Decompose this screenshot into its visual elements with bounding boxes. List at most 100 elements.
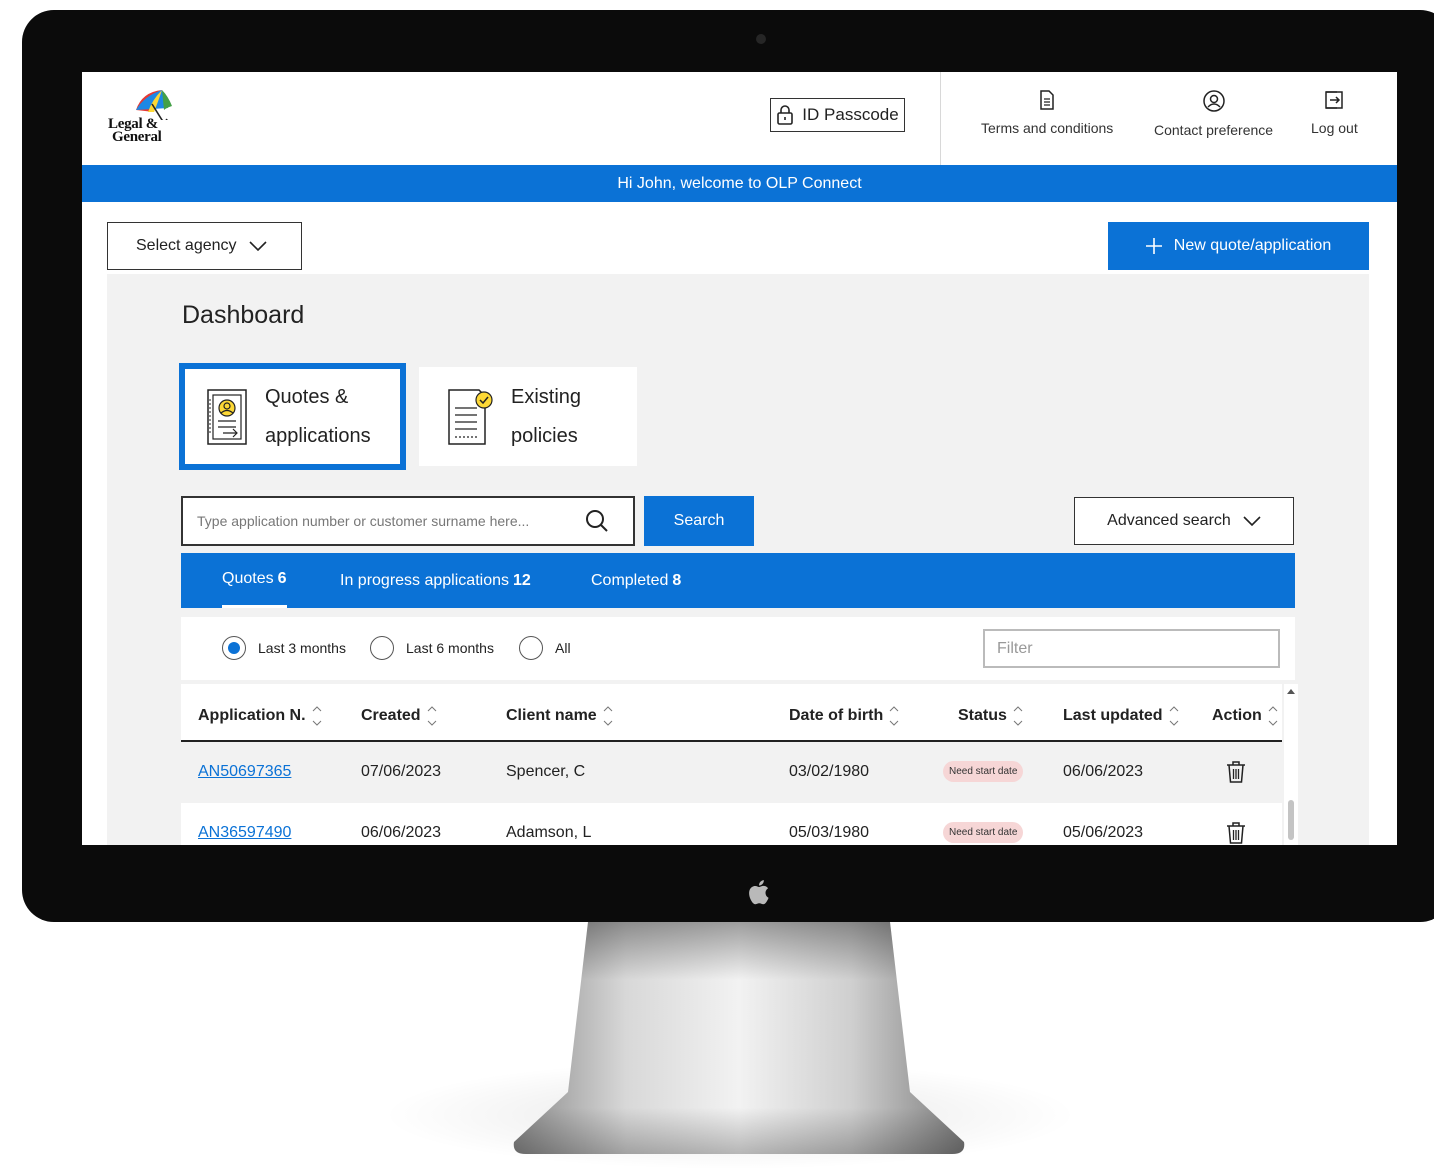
log-out-link[interactable]: Log out — [1311, 90, 1358, 136]
created-date: 06/06/2023 — [361, 824, 442, 841]
column-label: Application N. — [198, 707, 306, 724]
sort-icon[interactable] — [427, 704, 437, 728]
column-header-date-of-birth[interactable]: Date of birth — [789, 704, 899, 728]
header-divider — [940, 72, 941, 165]
radio-label: Last 3 months — [258, 640, 346, 656]
quotes-card-label: Quotes & applications — [265, 378, 371, 456]
tab-in-progress-label: In progress applications — [340, 571, 509, 589]
radio-indicator[interactable] — [370, 636, 394, 660]
quotes-card-line2: applications — [265, 424, 371, 447]
scroll-up-arrow-icon[interactable] — [1287, 689, 1295, 694]
column-header-created[interactable]: Created — [361, 704, 437, 728]
brand-logo[interactable]: Legal & General — [106, 90, 178, 146]
tab-in-progress[interactable]: In progress applications 12 — [340, 553, 531, 608]
radio-label: All — [555, 640, 571, 656]
tab-quotes[interactable]: Quotes 6 — [222, 553, 287, 608]
document-icon — [1040, 90, 1054, 110]
advanced-search-label: Advanced search — [1107, 512, 1231, 529]
app-screen: Legal & General ID Passcode Terms and co… — [82, 72, 1397, 845]
sort-icon[interactable] — [603, 704, 613, 728]
column-label: Date of birth — [789, 707, 884, 724]
trash-icon[interactable] — [1226, 760, 1246, 784]
chevron-down-icon — [248, 241, 267, 251]
column-label: Last updated — [1063, 707, 1163, 724]
top-header: Legal & General ID Passcode Terms and co… — [82, 72, 1397, 165]
user-circle-icon — [1202, 90, 1225, 112]
radio-last-3-months[interactable]: Last 3 months — [222, 636, 346, 660]
chevron-down-icon — [1243, 516, 1261, 526]
terms-label: Terms and conditions — [981, 120, 1114, 136]
client-name: Spencer, C — [506, 763, 586, 780]
search-input[interactable] — [195, 512, 579, 530]
select-agency-label: Select agency — [136, 237, 237, 254]
logout-icon — [1325, 91, 1344, 109]
status-badge: Need start date — [943, 761, 1024, 782]
search-button[interactable]: Search — [644, 496, 754, 546]
logo-line-2: General — [112, 129, 162, 145]
tab-completed-label: Completed — [591, 571, 669, 589]
sort-icon[interactable] — [1169, 704, 1179, 728]
welcome-banner: Hi John, welcome to OLP Connect — [82, 165, 1397, 202]
id-passcode-label: ID Passcode — [802, 105, 899, 124]
column-label: Action — [1212, 707, 1262, 724]
apple-logo-icon — [749, 880, 769, 905]
date-of-birth: 03/02/1980 — [789, 763, 870, 780]
last-updated-date: 05/06/2023 — [1063, 824, 1144, 841]
column-label: Created — [361, 707, 421, 724]
filter-row: Last 3 months Last 6 months All — [181, 617, 1295, 680]
application-form-icon — [207, 388, 247, 445]
sort-icon[interactable] — [1013, 704, 1023, 728]
sort-icon[interactable] — [889, 704, 899, 728]
radio-all[interactable]: All — [519, 636, 571, 660]
status-badge: Need start date — [943, 822, 1024, 843]
last-updated-date: 06/06/2023 — [1063, 763, 1144, 780]
select-agency-dropdown[interactable]: Select agency — [107, 222, 302, 270]
terms-and-conditions-link[interactable]: Terms and conditions — [981, 90, 1113, 136]
date-of-birth: 05/03/1980 — [789, 824, 870, 841]
scrollbar-thumb[interactable] — [1288, 800, 1294, 840]
radio-last-6-months[interactable]: Last 6 months — [370, 636, 494, 660]
filter-input[interactable] — [983, 629, 1280, 668]
column-label: Status — [958, 707, 1007, 724]
column-header-action[interactable]: Action — [1212, 704, 1278, 728]
column-label: Client name — [506, 707, 597, 724]
column-header-application[interactable]: Application N. — [198, 704, 322, 728]
application-number-link[interactable]: AN50697365 — [198, 763, 291, 781]
quotes-applications-card[interactable]: Quotes & applications — [179, 363, 406, 470]
page-title: Dashboard — [182, 301, 305, 329]
plus-icon — [1145, 238, 1162, 254]
tab-completed[interactable]: Completed 8 — [591, 553, 681, 608]
application-number-link[interactable]: AN36597490 — [198, 824, 291, 842]
search-field — [181, 496, 635, 546]
policies-card-line2: policies — [511, 424, 578, 447]
id-passcode-button[interactable]: ID Passcode — [770, 98, 905, 132]
column-header-client-name[interactable]: Client name — [506, 704, 613, 728]
log-out-label: Log out — [1311, 120, 1358, 136]
sort-icon[interactable] — [1268, 704, 1278, 728]
contact-preference-link[interactable]: Contact preference — [1154, 90, 1273, 138]
tab-quotes-label: Quotes — [222, 570, 274, 587]
sort-icon[interactable] — [312, 704, 322, 728]
tab-completed-count: 8 — [672, 571, 682, 589]
radio-indicator[interactable] — [519, 636, 543, 660]
tab-quotes-count: 6 — [277, 570, 287, 587]
applications-table: Application N. Created Client name Date … — [181, 684, 1282, 845]
search-icon[interactable] — [585, 509, 609, 533]
table-scrollbar[interactable] — [1284, 684, 1298, 845]
existing-policies-card[interactable]: Existing policies — [419, 367, 637, 466]
radio-indicator[interactable] — [222, 636, 246, 660]
new-quote-application-button[interactable]: New quote/application — [1108, 222, 1369, 270]
monitor-stand — [513, 922, 965, 1154]
table-row: AN50697365 07/06/2023 Spencer, C 03/02/1… — [181, 742, 1282, 803]
policies-card-line1: Existing — [511, 385, 582, 408]
column-header-last-updated[interactable]: Last updated — [1063, 704, 1179, 728]
table-row: AN36597490 06/06/2023 Adamson, L 05/03/1… — [181, 803, 1282, 845]
column-header-status[interactable]: Status — [958, 704, 1023, 728]
client-name: Adamson, L — [506, 824, 592, 841]
trash-icon[interactable] — [1226, 821, 1246, 845]
advanced-search-dropdown[interactable]: Advanced search — [1074, 497, 1294, 545]
new-quote-label: New quote/application — [1173, 237, 1332, 254]
table-header: Application N. Created Client name Date … — [181, 684, 1282, 742]
camera-dot — [756, 34, 766, 44]
tab-in-progress-count: 12 — [512, 571, 531, 589]
